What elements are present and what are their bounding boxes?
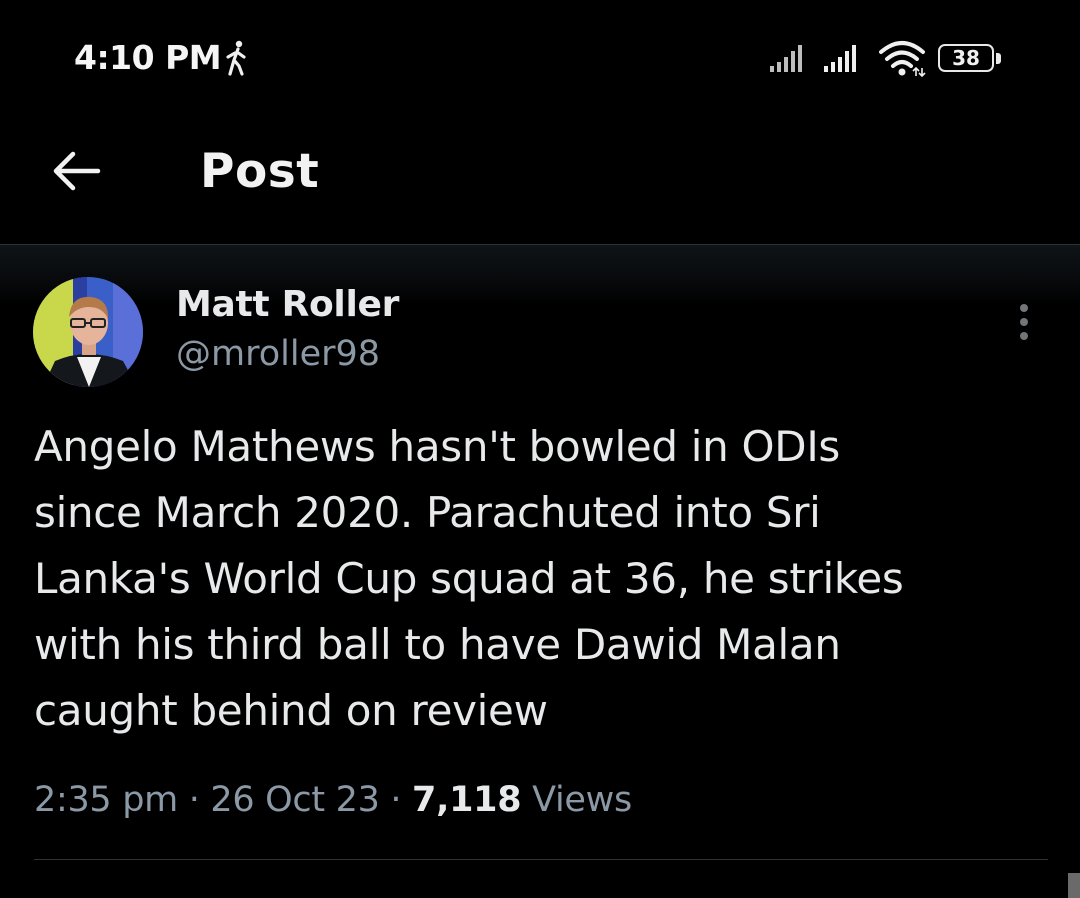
- post-meta: 2:35 pm · 26 Oct 23 · 7,118 Views: [34, 780, 632, 820]
- post-header: Post: [0, 120, 1080, 244]
- signal-icon: [770, 45, 802, 72]
- signal-icon: [824, 45, 856, 72]
- page-title: Post: [200, 144, 320, 199]
- meta-separator: ·: [188, 780, 200, 820]
- views-count[interactable]: 7,118: [412, 780, 522, 820]
- meta-divider: [34, 859, 1048, 860]
- more-vertical-icon[interactable]: [1006, 300, 1042, 344]
- status-time: 4:10 PM: [74, 38, 222, 77]
- post-text: Angelo Mathews hasn't bowled in ODIs sin…: [34, 422, 904, 735]
- walking-icon: [226, 40, 246, 76]
- avatar[interactable]: [33, 277, 143, 387]
- avatar-image: [33, 277, 143, 387]
- scrollbar-thumb[interactable]: [1068, 873, 1080, 898]
- back-arrow-icon[interactable]: [44, 138, 110, 204]
- battery-nub: [996, 53, 1001, 64]
- meta-separator: ·: [390, 780, 402, 820]
- views-label[interactable]: Views: [532, 780, 632, 820]
- wifi-icon: [879, 41, 926, 78]
- author-handle[interactable]: @mroller98: [176, 334, 380, 374]
- post-date: 26 Oct 23: [210, 780, 380, 820]
- author-name[interactable]: Matt Roller: [176, 284, 399, 325]
- battery-icon: 38: [938, 44, 1001, 74]
- battery-level: 38: [952, 46, 980, 70]
- post-time: 2:35 pm: [34, 780, 178, 820]
- status-bar: 4:10 PM 38: [0, 0, 1080, 120]
- header-shadow: [0, 245, 1080, 305]
